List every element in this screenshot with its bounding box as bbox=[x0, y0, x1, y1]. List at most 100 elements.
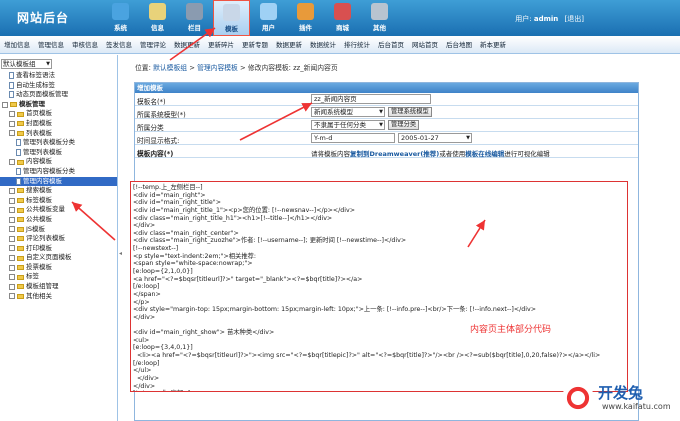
sidebar-item[interactable]: 模板组管理 bbox=[0, 282, 117, 292]
sidebar-item[interactable]: 管理列表模板分类 bbox=[0, 138, 117, 148]
dreamweaver-link[interactable]: 复制到Dreamweaver(推荐) bbox=[350, 150, 439, 158]
expand-toggle-icon[interactable] bbox=[9, 130, 15, 137]
nav-gear[interactable]: 其他 bbox=[361, 0, 398, 36]
nav-template[interactable]: 模板 bbox=[213, 0, 250, 36]
sidebar-item[interactable]: 公共模板 bbox=[0, 215, 117, 225]
nav-globe[interactable]: 系统 bbox=[102, 0, 139, 36]
expand-toggle-icon[interactable] bbox=[9, 216, 15, 223]
expand-toggle-icon[interactable] bbox=[9, 274, 15, 281]
globe-icon bbox=[112, 3, 129, 20]
mall-icon bbox=[334, 3, 351, 20]
quick-nav-link[interactable]: 增加信息 bbox=[0, 36, 34, 54]
time-format-row: 时间显示格式: Y-m-d 2005-01-27 ▼ bbox=[135, 132, 638, 145]
quick-nav-link[interactable]: 数据统计 bbox=[306, 36, 340, 54]
breadcrumb-template-group[interactable]: 默认模板组 bbox=[153, 64, 187, 72]
sidebar-item[interactable]: 查看标签语法 bbox=[0, 71, 117, 81]
sidebar-item-label: 首页模板 bbox=[26, 109, 52, 118]
sidebar-item[interactable]: 打印模板 bbox=[0, 244, 117, 254]
folder-icon bbox=[17, 236, 24, 242]
chevron-down-icon: ▼ bbox=[379, 109, 383, 115]
quick-nav-link[interactable]: 更新专题 bbox=[238, 36, 272, 54]
model-label: 所属系统模型(*) bbox=[137, 111, 186, 119]
quick-nav-link[interactable]: 签发信息 bbox=[102, 36, 136, 54]
sidebar-item[interactable]: 自动生成标签 bbox=[0, 81, 117, 91]
folder-icon bbox=[17, 284, 24, 290]
manage-model-button[interactable]: 管理系统模型 bbox=[388, 107, 432, 117]
expand-toggle-icon[interactable] bbox=[9, 187, 15, 194]
folder-icon bbox=[17, 121, 24, 127]
logout-link[interactable]: [退出] bbox=[565, 15, 584, 23]
sidebar-item-label: 标签模板 bbox=[26, 195, 52, 204]
template-code-editor[interactable]: [!--temp.上_左侧栏目--] <div id="main_right"> <… bbox=[130, 181, 628, 392]
expand-toggle-icon[interactable] bbox=[9, 111, 15, 118]
sidebar-item[interactable]: 内容模板 bbox=[0, 157, 117, 167]
expand-toggle-icon[interactable] bbox=[9, 120, 15, 127]
expand-toggle-icon[interactable] bbox=[9, 197, 15, 204]
expand-toggle-icon[interactable] bbox=[2, 101, 8, 108]
expand-toggle-icon[interactable] bbox=[9, 226, 15, 233]
sidebar-item[interactable]: 公共模板变量 bbox=[0, 205, 117, 215]
site-logo: 网站后台 bbox=[17, 11, 70, 25]
quick-nav-link[interactable]: 新本更新 bbox=[476, 36, 510, 54]
sidebar-item[interactable]: 自定义页面模板 bbox=[0, 253, 117, 263]
quick-nav-link[interactable]: 后台首页 bbox=[374, 36, 408, 54]
expand-toggle-icon[interactable] bbox=[9, 293, 15, 300]
online-editor-link[interactable]: 模板在线编辑 bbox=[465, 150, 504, 158]
quick-nav-link[interactable]: 网站首页 bbox=[408, 36, 442, 54]
expand-toggle-icon[interactable] bbox=[9, 283, 15, 290]
nav-mall[interactable]: 商城 bbox=[324, 0, 361, 36]
sidebar-item[interactable]: 其他相关 bbox=[0, 292, 117, 302]
sidebar-item[interactable]: 评论列表模板 bbox=[0, 234, 117, 244]
sidebar-item[interactable]: 管理内容模板 bbox=[0, 176, 117, 187]
model-select[interactable]: 新闻系统模型 ▼ bbox=[311, 107, 385, 117]
sidebar-item[interactable]: 管理内容模板分类 bbox=[0, 167, 117, 177]
breadcrumb-content-templates[interactable]: 管理内容模板 bbox=[197, 64, 238, 72]
sidebar-item[interactable]: 模板管理 bbox=[0, 100, 117, 110]
category-select[interactable]: 不隶属于任何分类 ▼ bbox=[311, 120, 385, 130]
quick-nav-link[interactable]: 更新碎片 bbox=[204, 36, 238, 54]
sidebar-item[interactable]: 标签模板 bbox=[0, 196, 117, 206]
manage-category-button[interactable]: 管理分类 bbox=[388, 120, 420, 130]
sidebar-item[interactable]: 标签 bbox=[0, 272, 117, 282]
expand-toggle-icon[interactable] bbox=[9, 207, 15, 214]
page-icon bbox=[16, 168, 21, 176]
collapse-sidebar-icon[interactable]: ◂ bbox=[119, 250, 122, 257]
template-name-input[interactable]: zz_新闻内容页 bbox=[311, 94, 431, 104]
sidebar-item-label: 公共模板 bbox=[26, 214, 52, 223]
sidebar-item[interactable]: 封面模板 bbox=[0, 119, 117, 129]
quick-nav-link[interactable]: 管理评论 bbox=[136, 36, 170, 54]
sidebar-item-label: 搜索模板 bbox=[26, 186, 52, 195]
folder-icon bbox=[17, 159, 24, 165]
sidebar-item[interactable]: 列表模板 bbox=[0, 129, 117, 139]
sidebar-item[interactable]: 动态页面模板管理 bbox=[0, 90, 117, 100]
quick-nav-link[interactable]: 后台地图 bbox=[442, 36, 476, 54]
main-content: 位置: 默认模板组 > 管理内容模板 > 修改内容模板: zz_新闻内容页 增加… bbox=[127, 55, 680, 421]
time-format-select[interactable]: 2005-01-27 ▼ bbox=[398, 133, 472, 143]
expand-toggle-icon[interactable] bbox=[9, 235, 15, 242]
sidebar-item[interactable]: JS模板 bbox=[0, 225, 117, 235]
quick-nav-link[interactable]: 管理信息 bbox=[34, 36, 68, 54]
sidebar-item[interactable]: 首页模板 bbox=[0, 109, 117, 119]
sidebar-item[interactable]: 投票模板 bbox=[0, 263, 117, 273]
folder-icon bbox=[17, 188, 24, 194]
quick-nav-link[interactable]: 排行统计 bbox=[340, 36, 374, 54]
template-group-select[interactable]: 默认模板组 ▼ bbox=[1, 59, 52, 69]
sidebar-item[interactable]: 管理列表模板 bbox=[0, 148, 117, 158]
sidebar-item[interactable]: 搜索模板 bbox=[0, 186, 117, 196]
code-line: </div> bbox=[133, 375, 160, 383]
quick-nav-link[interactable]: 数据更新 bbox=[272, 36, 306, 54]
expand-toggle-icon[interactable] bbox=[9, 255, 15, 262]
code-line: [!--newstext--] bbox=[133, 245, 179, 253]
quick-nav-link[interactable]: 审核信息 bbox=[68, 36, 102, 54]
nav-user[interactable]: 用户 bbox=[250, 0, 287, 36]
expand-toggle-icon[interactable] bbox=[9, 245, 15, 252]
time-format-input[interactable]: Y-m-d bbox=[311, 133, 395, 143]
quick-nav-link[interactable]: 数据更新 bbox=[170, 36, 204, 54]
code-line: </span> bbox=[133, 290, 161, 298]
expand-toggle-icon[interactable] bbox=[9, 264, 15, 271]
nav-tools[interactable]: 插件 bbox=[287, 0, 324, 36]
expand-toggle-icon[interactable] bbox=[9, 159, 15, 166]
nav-document[interactable]: 信息 bbox=[139, 0, 176, 36]
folder-icon bbox=[17, 207, 24, 213]
nav-folder[interactable]: 栏目 bbox=[176, 0, 213, 36]
